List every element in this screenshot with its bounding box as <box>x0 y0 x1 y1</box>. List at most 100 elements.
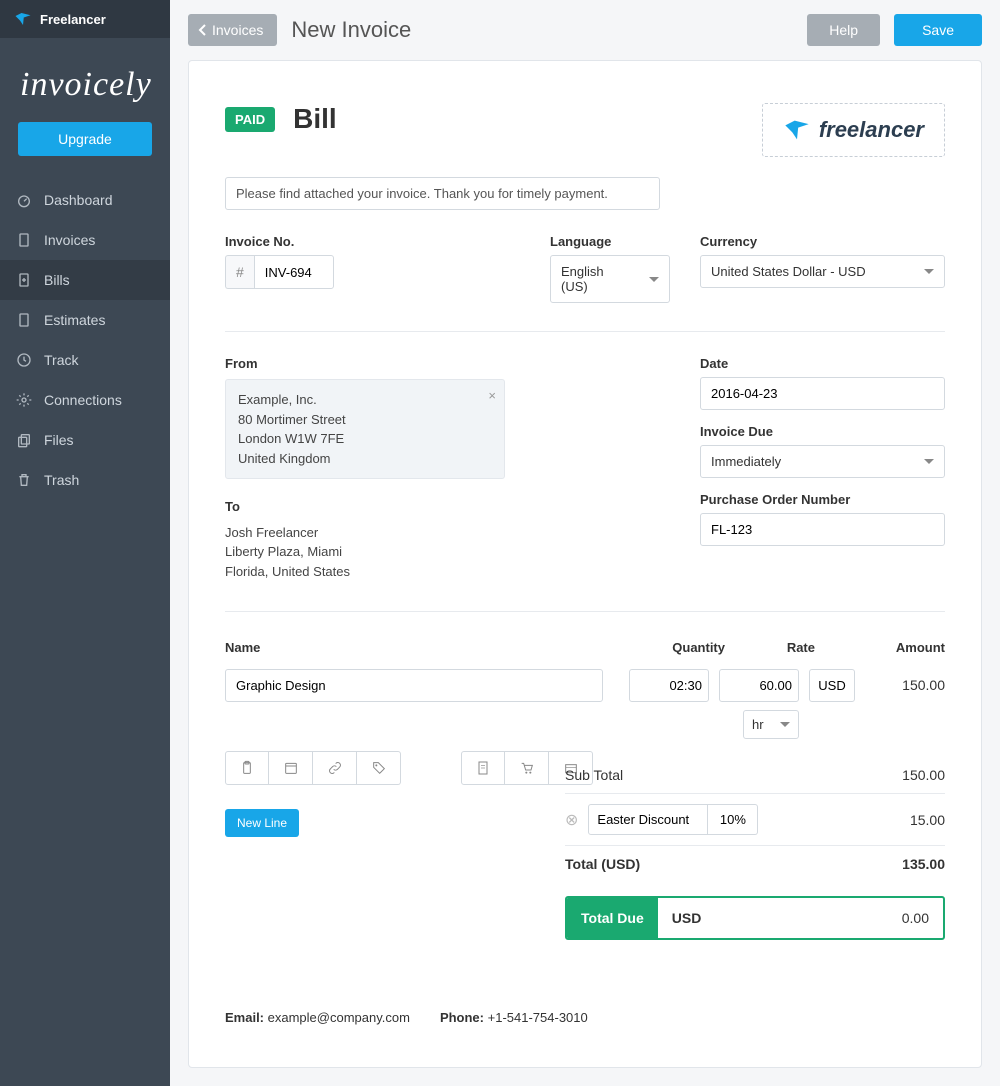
subtotal-label: Sub Total <box>565 767 623 783</box>
hash-prefix: # <box>225 255 254 289</box>
remove-from-icon[interactable]: × <box>488 386 496 406</box>
item-amount: 150.00 <box>865 669 945 693</box>
po-input[interactable] <box>700 513 945 546</box>
item-qty-input[interactable] <box>629 669 709 702</box>
business-logo[interactable]: freelancer <box>762 103 945 157</box>
document-icon <box>16 312 32 328</box>
receipt-icon <box>475 760 491 776</box>
freelancer-bird-icon <box>783 116 811 144</box>
discount-amount: 15.00 <box>910 812 945 828</box>
business-logo-text: freelancer <box>819 117 924 143</box>
workspace-name: Freelancer <box>40 12 106 27</box>
item-rate-input[interactable] <box>719 669 799 702</box>
chevron-down-icon <box>924 459 934 464</box>
sidebar-item-estimates[interactable]: Estimates <box>0 300 170 340</box>
item-name-input[interactable] <box>225 669 603 702</box>
tool-clipboard-button[interactable] <box>225 751 269 785</box>
from-line: Example, Inc. <box>238 390 492 410</box>
sidebar-item-label: Files <box>44 432 74 448</box>
language-label: Language <box>550 234 670 249</box>
new-line-button[interactable]: New Line <box>225 809 299 837</box>
invoice-due-select[interactable]: Immediately <box>700 445 945 478</box>
clipboard-icon <box>239 760 255 776</box>
document-icon <box>16 232 32 248</box>
tool-cart-button[interactable] <box>505 751 549 785</box>
currency-select[interactable]: United States Dollar - USD <box>700 255 945 288</box>
invoice-document: PAID Bill freelancer Invoice No. # <box>188 60 982 1068</box>
calendar-icon <box>283 760 299 776</box>
email-label: Email: <box>225 1010 264 1025</box>
col-qty-label: Quantity <box>635 640 725 655</box>
subtotal-amount: 150.00 <box>902 767 945 783</box>
sidebar-item-bills[interactable]: Bills <box>0 260 170 300</box>
sidebar-item-dashboard[interactable]: Dashboard <box>0 180 170 220</box>
document-type: Bill <box>293 103 337 135</box>
back-button-label: Invoices <box>212 22 263 38</box>
sidebar-item-label: Invoices <box>44 232 95 248</box>
invoice-description-input[interactable] <box>225 177 660 210</box>
tool-link-button[interactable] <box>313 751 357 785</box>
tool-tag-button[interactable] <box>357 751 401 785</box>
total-due-currency: USD <box>658 898 716 938</box>
app-logo: invoicely <box>0 38 170 122</box>
tool-calendar-button[interactable] <box>269 751 313 785</box>
to-line: Josh Freelancer <box>225 523 660 543</box>
to-label: To <box>225 497 660 517</box>
from-card[interactable]: × Example, Inc. 80 Mortimer Street Londo… <box>225 379 505 479</box>
total-due-box: Total Due USD 0.00 <box>565 896 945 940</box>
date-label: Date <box>700 356 945 371</box>
save-button[interactable]: Save <box>894 14 982 46</box>
totals-block: Sub Total 150.00 ⊗ 15.00 Total (USD) 135… <box>565 757 945 940</box>
total-label: Total (USD) <box>565 856 640 872</box>
link-icon <box>327 760 343 776</box>
from-line: United Kingdom <box>238 449 492 469</box>
copy-icon <box>16 432 32 448</box>
po-label: Purchase Order Number <box>700 492 945 507</box>
topbar: Invoices New Invoice Help Save <box>170 0 1000 60</box>
footer-contact: Email: example@company.com Phone: +1-541… <box>225 1010 945 1025</box>
document-plus-icon <box>16 272 32 288</box>
main-area: Invoices New Invoice Help Save PAID Bill… <box>170 0 1000 1086</box>
chevron-down-icon <box>924 269 934 274</box>
upgrade-button[interactable]: Upgrade <box>18 122 152 156</box>
sidebar-item-trash[interactable]: Trash <box>0 460 170 500</box>
freelancer-bird-icon <box>14 10 32 28</box>
sidebar-item-label: Track <box>44 352 78 368</box>
language-select[interactable]: English (US) <box>550 255 670 303</box>
gauge-icon <box>16 192 32 208</box>
page-title: New Invoice <box>291 17 411 43</box>
trash-icon <box>16 472 32 488</box>
total-due-label: Total Due <box>567 898 658 938</box>
from-line: 80 Mortimer Street <box>238 410 492 430</box>
remove-discount-icon[interactable]: ⊗ <box>565 810 578 830</box>
workspace-header[interactable]: Freelancer <box>0 0 170 38</box>
email-value: example@company.com <box>268 1010 410 1025</box>
item-unit-value: hr <box>752 717 764 732</box>
sidebar-item-files[interactable]: Files <box>0 420 170 460</box>
item-unit-select[interactable]: hr <box>743 710 799 739</box>
chevron-left-icon <box>198 24 208 36</box>
sidebar: Freelancer invoicely Upgrade Dashboard I… <box>0 0 170 1086</box>
currency-label: Currency <box>700 234 945 249</box>
language-value: English (US) <box>561 264 633 294</box>
sidebar-item-invoices[interactable]: Invoices <box>0 220 170 260</box>
to-line: Liberty Plaza, Miami <box>225 542 660 562</box>
sidebar-item-track[interactable]: Track <box>0 340 170 380</box>
discount-name-input[interactable] <box>588 804 708 835</box>
item-currency-input[interactable] <box>809 669 855 702</box>
sidebar-item-label: Estimates <box>44 312 105 328</box>
tool-receipt-button[interactable] <box>461 751 505 785</box>
sidebar-item-connections[interactable]: Connections <box>0 380 170 420</box>
tag-icon <box>371 760 387 776</box>
clock-icon <box>16 352 32 368</box>
invoice-no-label: Invoice No. <box>225 234 425 249</box>
date-input[interactable] <box>700 377 945 410</box>
chevron-down-icon <box>649 277 659 282</box>
invoice-no-input[interactable] <box>254 255 334 289</box>
total-amount: 135.00 <box>902 856 945 872</box>
phone-value: +1-541-754-3010 <box>488 1010 588 1025</box>
line-item-row: hr 150.00 <box>225 669 945 739</box>
help-button[interactable]: Help <box>807 14 880 46</box>
back-button[interactable]: Invoices <box>188 14 277 46</box>
discount-pct-input[interactable] <box>708 804 758 835</box>
